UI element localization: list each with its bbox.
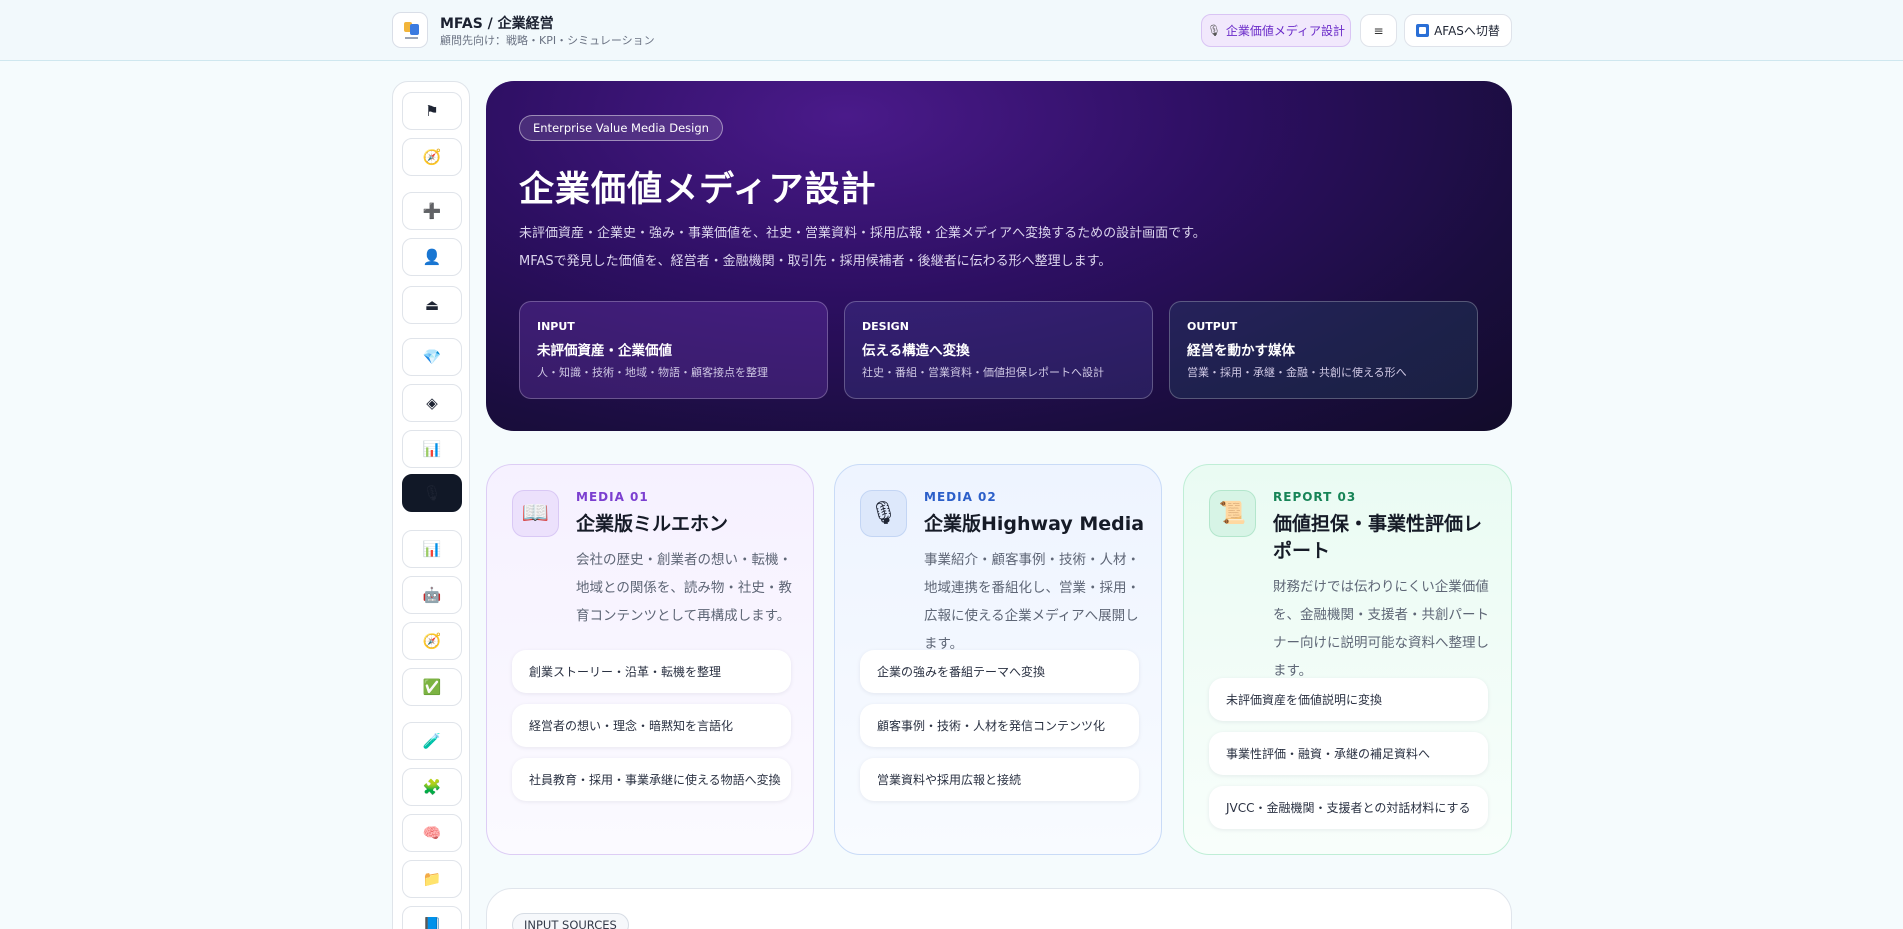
feature-chip: 未評価資産を価値説明に変換 — [1209, 678, 1488, 721]
card-title: 企業版ミルエホン — [576, 513, 729, 535]
page-title: 企業価値メディア設計 — [519, 170, 877, 210]
menu-button[interactable]: ≡ — [1360, 14, 1397, 47]
feature-chip: 経営者の想い・理念・暗黙知を言語化 — [512, 704, 791, 747]
card-body: 財務だけでは伝わりにくい企業価値を、金融機関・支援者・共創パートナー向けに説明可… — [1273, 579, 1489, 679]
plus-icon: ➕ — [422, 202, 442, 220]
card-kicker: REPORT 03 — [1273, 490, 1357, 504]
step-description: 営業・採用・承継・金融・共創に使える形へ — [1187, 366, 1407, 379]
sidebar-item-bar-chart[interactable]: 📊 — [402, 530, 462, 568]
step-title: 経営を動かす媒体 — [1187, 343, 1295, 359]
feature-chip: JVCC・金融機関・支援者との対話材料にする — [1209, 786, 1488, 829]
top-header: MFAS / 企業経営 顧問先向け：戦略・KPI・シミュレーション 🎙 企業価値… — [0, 0, 1903, 61]
sidebar-item-puzzle[interactable]: 🧩 — [402, 768, 462, 806]
stamp-icon: ⏏ — [424, 296, 440, 314]
section-badge: INPUT SOURCES — [512, 913, 629, 929]
bar-chart-icon: 📊 — [422, 440, 442, 458]
hero-description: 未評価資産・企業史・強み・事業価値を、社史・営業資料・採用広報・企業メディアへ変… — [519, 226, 1206, 241]
sidebar-item-microphone[interactable]: 🎙 — [402, 474, 462, 512]
check-icon: ✅ — [422, 678, 442, 696]
feature-chip: 営業資料や採用広報と接続 — [860, 758, 1139, 801]
step-card-input: INPUT 未評価資産・企業価値 人・知識・技術・地域・物語・顧客接点を整理 — [519, 301, 828, 399]
step-card-design: DESIGN 伝える構造へ変換 社史・番組・営業資料・価値担保レポートへ設計 — [844, 301, 1153, 399]
afas-switch-button[interactable]: AFASへ切替 — [1404, 14, 1512, 47]
afas-icon — [1416, 24, 1430, 37]
diamond-icon: ◈ — [426, 394, 438, 412]
scroll-icon: 📜 — [1209, 490, 1256, 537]
step-kicker: OUTPUT — [1187, 320, 1238, 333]
step-title: 未評価資産・企業価値 — [537, 343, 672, 359]
step-kicker: INPUT — [537, 320, 575, 333]
step-title: 伝える構造へ変換 — [862, 343, 970, 359]
hero-description-2: MFASで発見した価値を、経営者・金融機関・取引先・採用候補者・後継者に伝わる形… — [519, 254, 1112, 269]
feature-chip: 企業の強みを番組テーマへ変換 — [860, 650, 1139, 693]
media-card-value-report: 📜 REPORT 03 価値担保・事業性評価レポート 財務だけでは伝わりにくい企… — [1183, 464, 1512, 855]
app-title: MFAS / 企業経営 — [440, 16, 554, 32]
afas-switch-label: AFASへ切替 — [1434, 24, 1500, 38]
sidebar-item-bar-chart[interactable]: 📊 — [402, 430, 462, 468]
card-title: 価値担保・事業性評価レポート — [1273, 513, 1483, 562]
flag-icon: ⚑ — [425, 102, 439, 120]
media-card-mirehon: 📖 MEDIA 01 企業版ミルエホン 会社の歴史・創業者の想い・転機・地域との… — [486, 464, 814, 855]
sidebar-item-book[interactable]: 📘 — [402, 906, 462, 929]
hero-panel: Enterprise Value Media Design 企業価値メディア設計… — [486, 81, 1512, 431]
microphone-icon: 🎙 — [860, 490, 907, 537]
sidebar-item-gem[interactable]: 💎 — [402, 338, 462, 376]
compass-icon: 🧭 — [422, 148, 442, 166]
media-design-button[interactable]: 🎙 企業価値メディア設計 — [1201, 14, 1351, 47]
sidebar-item-brain[interactable]: 🧠 — [402, 814, 462, 852]
feature-chip: 事業性評価・融資・承継の補足資料へ — [1209, 732, 1488, 775]
card-body: 事業紹介・顧客事例・技術・人材・地域連携を番組化し、営業・採用・広報に使える企業… — [924, 552, 1140, 652]
media-card-highway: 🎙 MEDIA 02 企業版Highway Media 事業紹介・顧客事例・技術… — [834, 464, 1162, 855]
sidebar-item-diamond[interactable]: ◈ — [402, 384, 462, 422]
compass-icon: 🧭 — [422, 632, 442, 650]
sidebar-item-test-tube[interactable]: 🧪 — [402, 722, 462, 760]
app-logo-icon[interactable] — [392, 12, 428, 48]
card-body: 会社の歴史・創業者の想い・転機・地域との関係を、読み物・社史・教育コンテンツとし… — [576, 552, 792, 624]
card-title: 企業版Highway Media — [924, 513, 1145, 535]
media-design-button-label: 企業価値メディア設計 — [1225, 24, 1346, 38]
sidebar-rail: ⚑ 🧭 ➕ 👤 ⏏ 💎 ◈ 📊 🎙 📊 🤖 🧭 ✅ 🧪 🧩 🧠 📁 📘 — [392, 81, 470, 929]
folder-icon: 📁 — [422, 870, 442, 888]
bar-chart-icon: 📊 — [422, 540, 442, 558]
sidebar-item-compass[interactable]: 🧭 — [402, 138, 462, 176]
microphone-icon: 🎙 — [422, 484, 442, 502]
sidebar-item-flag[interactable]: ⚑ — [402, 92, 462, 130]
feature-chip: 社員教育・採用・事業承継に使える物語へ変換 — [512, 758, 791, 801]
input-sources-panel: INPUT SOURCES — [486, 888, 1512, 929]
test-tube-icon: 🧪 — [422, 732, 442, 750]
sidebar-item-person[interactable]: 👤 — [402, 238, 462, 276]
puzzle-icon: 🧩 — [422, 778, 442, 796]
step-kicker: DESIGN — [862, 320, 909, 333]
gem-icon: 💎 — [422, 348, 442, 366]
step-description: 社史・番組・営業資料・価値担保レポートへ設計 — [862, 366, 1104, 379]
person-icon: 👤 — [422, 248, 442, 266]
app-subtitle: 顧問先向け：戦略・KPI・シミュレーション — [440, 34, 655, 47]
book-icon: 📘 — [422, 916, 442, 929]
robot-icon: 🤖 — [422, 586, 442, 604]
sidebar-item-folder[interactable]: 📁 — [402, 860, 462, 898]
sidebar-item-robot[interactable]: 🤖 — [402, 576, 462, 614]
sidebar-item-plus[interactable]: ➕ — [402, 192, 462, 230]
card-kicker: MEDIA 01 — [576, 490, 649, 504]
hero-badge: Enterprise Value Media Design — [519, 115, 723, 141]
book-icon: 📖 — [512, 490, 559, 537]
sidebar-item-compass[interactable]: 🧭 — [402, 622, 462, 660]
sidebar-item-stamp[interactable]: ⏏ — [402, 286, 462, 324]
step-description: 人・知識・技術・地域・物語・顧客接点を整理 — [537, 366, 768, 379]
sidebar-item-check[interactable]: ✅ — [402, 668, 462, 706]
feature-chip: 創業ストーリー・沿革・転機を整理 — [512, 650, 791, 693]
step-card-output: OUTPUT 経営を動かす媒体 営業・採用・承継・金融・共創に使える形へ — [1169, 301, 1478, 399]
card-kicker: MEDIA 02 — [924, 490, 997, 504]
microphone-icon: 🎙 — [1206, 24, 1221, 37]
feature-chip: 顧客事例・技術・人材を発信コンテンツ化 — [860, 704, 1139, 747]
brain-icon: 🧠 — [422, 824, 442, 842]
